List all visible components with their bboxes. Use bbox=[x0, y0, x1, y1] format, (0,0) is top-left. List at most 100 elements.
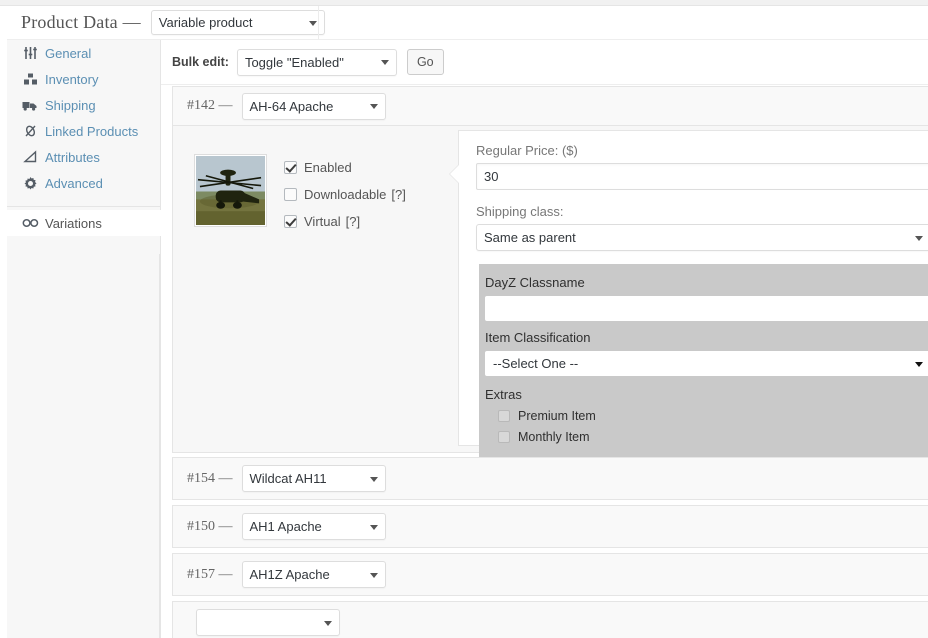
enabled-checkbox[interactable] bbox=[284, 160, 297, 174]
variation-attribute-select[interactable]: Wildcat AH11 bbox=[241, 465, 386, 492]
chevron-down-icon bbox=[380, 60, 389, 65]
shipping-class-label: Shipping class: bbox=[476, 204, 564, 219]
monthly-item-row[interactable]: Monthly Item bbox=[498, 428, 926, 445]
premium-item-checkbox[interactable] bbox=[498, 409, 510, 422]
enabled-checkbox-row[interactable]: Enabled bbox=[284, 158, 406, 176]
variation-id: #142 — bbox=[187, 98, 233, 113]
variation-attribute-value: Wildcat AH11 bbox=[249, 471, 327, 486]
variation-body: Enabled Downloadable [?] Virtual [?] Reg… bbox=[172, 126, 928, 460]
premium-item-label: Premium Item bbox=[518, 408, 596, 423]
sidebar-item-general[interactable]: General bbox=[7, 40, 161, 66]
product-type-select[interactable]: Variable product bbox=[150, 10, 325, 35]
chevron-down-icon bbox=[369, 104, 378, 109]
tab-group-divider bbox=[7, 206, 160, 207]
extras-label: Extras bbox=[485, 387, 522, 402]
variation-row: #157 — AH1Z Apache bbox=[172, 553, 928, 596]
sidebar-item-label: Inventory bbox=[45, 71, 99, 87]
bulk-edit-label: Bulk edit: bbox=[172, 55, 229, 69]
field-gap bbox=[476, 190, 928, 204]
go-button[interactable]: Go bbox=[406, 49, 444, 75]
tabs-empty-area bbox=[7, 254, 160, 638]
variations-panel: Bulk edit: Toggle "Enabled" Go #142 — AH… bbox=[161, 40, 928, 638]
monthly-item-label: Monthly Item bbox=[518, 429, 590, 444]
helicopter-photo bbox=[196, 156, 265, 225]
variation-header bbox=[172, 601, 928, 638]
dayz-plugin-block: DayZ Classname Item Classification --Sel… bbox=[479, 264, 928, 460]
bulk-edit-toolbar: Bulk edit: Toggle "Enabled" Go bbox=[161, 40, 928, 85]
virtual-help-icon[interactable]: [?] bbox=[346, 214, 360, 229]
bulk-edit-value: Toggle "Enabled" bbox=[244, 54, 344, 70]
variation-thumbnail[interactable] bbox=[194, 154, 267, 227]
sidebar-item-advanced[interactable]: Advanced bbox=[7, 170, 161, 196]
variation-row-partial bbox=[172, 601, 928, 638]
dayz-classname-input[interactable] bbox=[485, 296, 928, 321]
variation-id: #150 — bbox=[187, 518, 233, 534]
variation-row: #154 — Wildcat AH11 bbox=[172, 457, 928, 500]
premium-item-row[interactable]: Premium Item bbox=[498, 407, 926, 424]
variation-header: #154 — Wildcat AH11 bbox=[172, 457, 928, 500]
infinity-icon bbox=[21, 215, 39, 231]
chevron-down-icon bbox=[915, 235, 923, 241]
sidebar-item-shipping[interactable]: Shipping bbox=[7, 92, 161, 118]
regular-price-label: Regular Price: ($) bbox=[476, 143, 578, 158]
enabled-label: Enabled bbox=[304, 159, 352, 175]
item-classification-value: --Select One -- bbox=[493, 356, 579, 371]
virtual-label: Virtual bbox=[304, 213, 341, 229]
chevron-down-icon bbox=[369, 476, 378, 482]
variation-header: #142 — AH-64 Apache bbox=[172, 86, 928, 126]
sidebar-item-linked-products[interactable]: Linked Products bbox=[7, 118, 161, 144]
variation-flags: Enabled Downloadable [?] Virtual [?] bbox=[284, 154, 406, 239]
variation-id: #157 — bbox=[187, 566, 233, 582]
card-pointer bbox=[450, 165, 459, 183]
shipping-class-select[interactable]: Same as parent bbox=[476, 224, 928, 251]
variations-list: #142 — AH-64 Apache Enabled Downloadable… bbox=[161, 86, 928, 638]
variation-attribute-select[interactable]: AH-64 Apache bbox=[241, 92, 386, 120]
regular-price-input[interactable]: 30 bbox=[476, 163, 928, 190]
bulk-edit-select[interactable]: Toggle "Enabled" bbox=[236, 48, 397, 76]
variation-row: #150 — AH1 Apache bbox=[172, 505, 928, 548]
triangle-icon bbox=[21, 149, 39, 165]
chevron-down-icon bbox=[369, 524, 378, 530]
downloadable-label: Downloadable bbox=[304, 186, 387, 202]
variation-attribute-value: AH-64 Apache bbox=[249, 98, 334, 114]
product-data-tabs: General Inventory Shipping Linked Produc… bbox=[7, 40, 161, 638]
variation-header: #150 — AH1 Apache bbox=[172, 505, 928, 548]
gear-icon bbox=[21, 175, 39, 191]
chevron-down-icon bbox=[308, 20, 317, 26]
variation-settings-card: Regular Price: ($) 30 Shipping class: Sa… bbox=[449, 130, 928, 460]
page-title: Product Data — bbox=[21, 12, 141, 32]
product-data-metabox: Product Data — Variable product General bbox=[0, 0, 928, 638]
variation-attribute-value: AH1 Apache bbox=[249, 519, 322, 534]
variation-header: #157 — AH1Z Apache bbox=[172, 553, 928, 596]
sidebar-item-label: Shipping bbox=[45, 97, 96, 113]
variation-id: #154 — bbox=[187, 470, 233, 486]
sidebar-item-attributes[interactable]: Attributes bbox=[7, 144, 161, 170]
virtual-checkbox[interactable] bbox=[284, 214, 297, 228]
chevron-down-icon bbox=[915, 361, 923, 367]
variation-attribute-select[interactable] bbox=[196, 609, 340, 636]
variation-attribute-value: AH1Z Apache bbox=[249, 567, 330, 582]
metabox-header: Product Data — Variable product bbox=[7, 6, 928, 40]
truck-icon bbox=[21, 97, 39, 113]
variation-row-expanded: #142 — AH-64 Apache Enabled Downloadable… bbox=[172, 86, 928, 460]
item-classification-select[interactable]: --Select One -- bbox=[485, 351, 928, 376]
sidebar-item-label: Attributes bbox=[45, 149, 100, 165]
shipping-class-value: Same as parent bbox=[484, 230, 576, 245]
header-divider bbox=[318, 6, 319, 39]
variation-image-and-flags: Enabled Downloadable [?] Virtual [?] bbox=[194, 154, 406, 239]
sliders-icon bbox=[21, 45, 39, 61]
chevron-down-icon bbox=[369, 572, 378, 578]
sidebar-item-variations[interactable]: Variations bbox=[7, 210, 161, 236]
monthly-item-checkbox[interactable] bbox=[498, 430, 510, 443]
downloadable-help-icon[interactable]: [?] bbox=[391, 187, 405, 202]
chevron-down-icon bbox=[324, 620, 332, 626]
virtual-checkbox-row[interactable]: Virtual [?] bbox=[284, 212, 406, 230]
variation-attribute-select[interactable]: AH1 Apache bbox=[241, 513, 386, 540]
item-classification-label: Item Classification bbox=[485, 330, 591, 345]
sidebar-item-label: Variations bbox=[45, 215, 102, 231]
sidebar-item-inventory[interactable]: Inventory bbox=[7, 66, 161, 92]
downloadable-checkbox-row[interactable]: Downloadable [?] bbox=[284, 185, 406, 203]
downloadable-checkbox[interactable] bbox=[284, 187, 297, 201]
tabs-spacer bbox=[7, 196, 161, 202]
variation-attribute-select[interactable]: AH1Z Apache bbox=[241, 561, 386, 588]
